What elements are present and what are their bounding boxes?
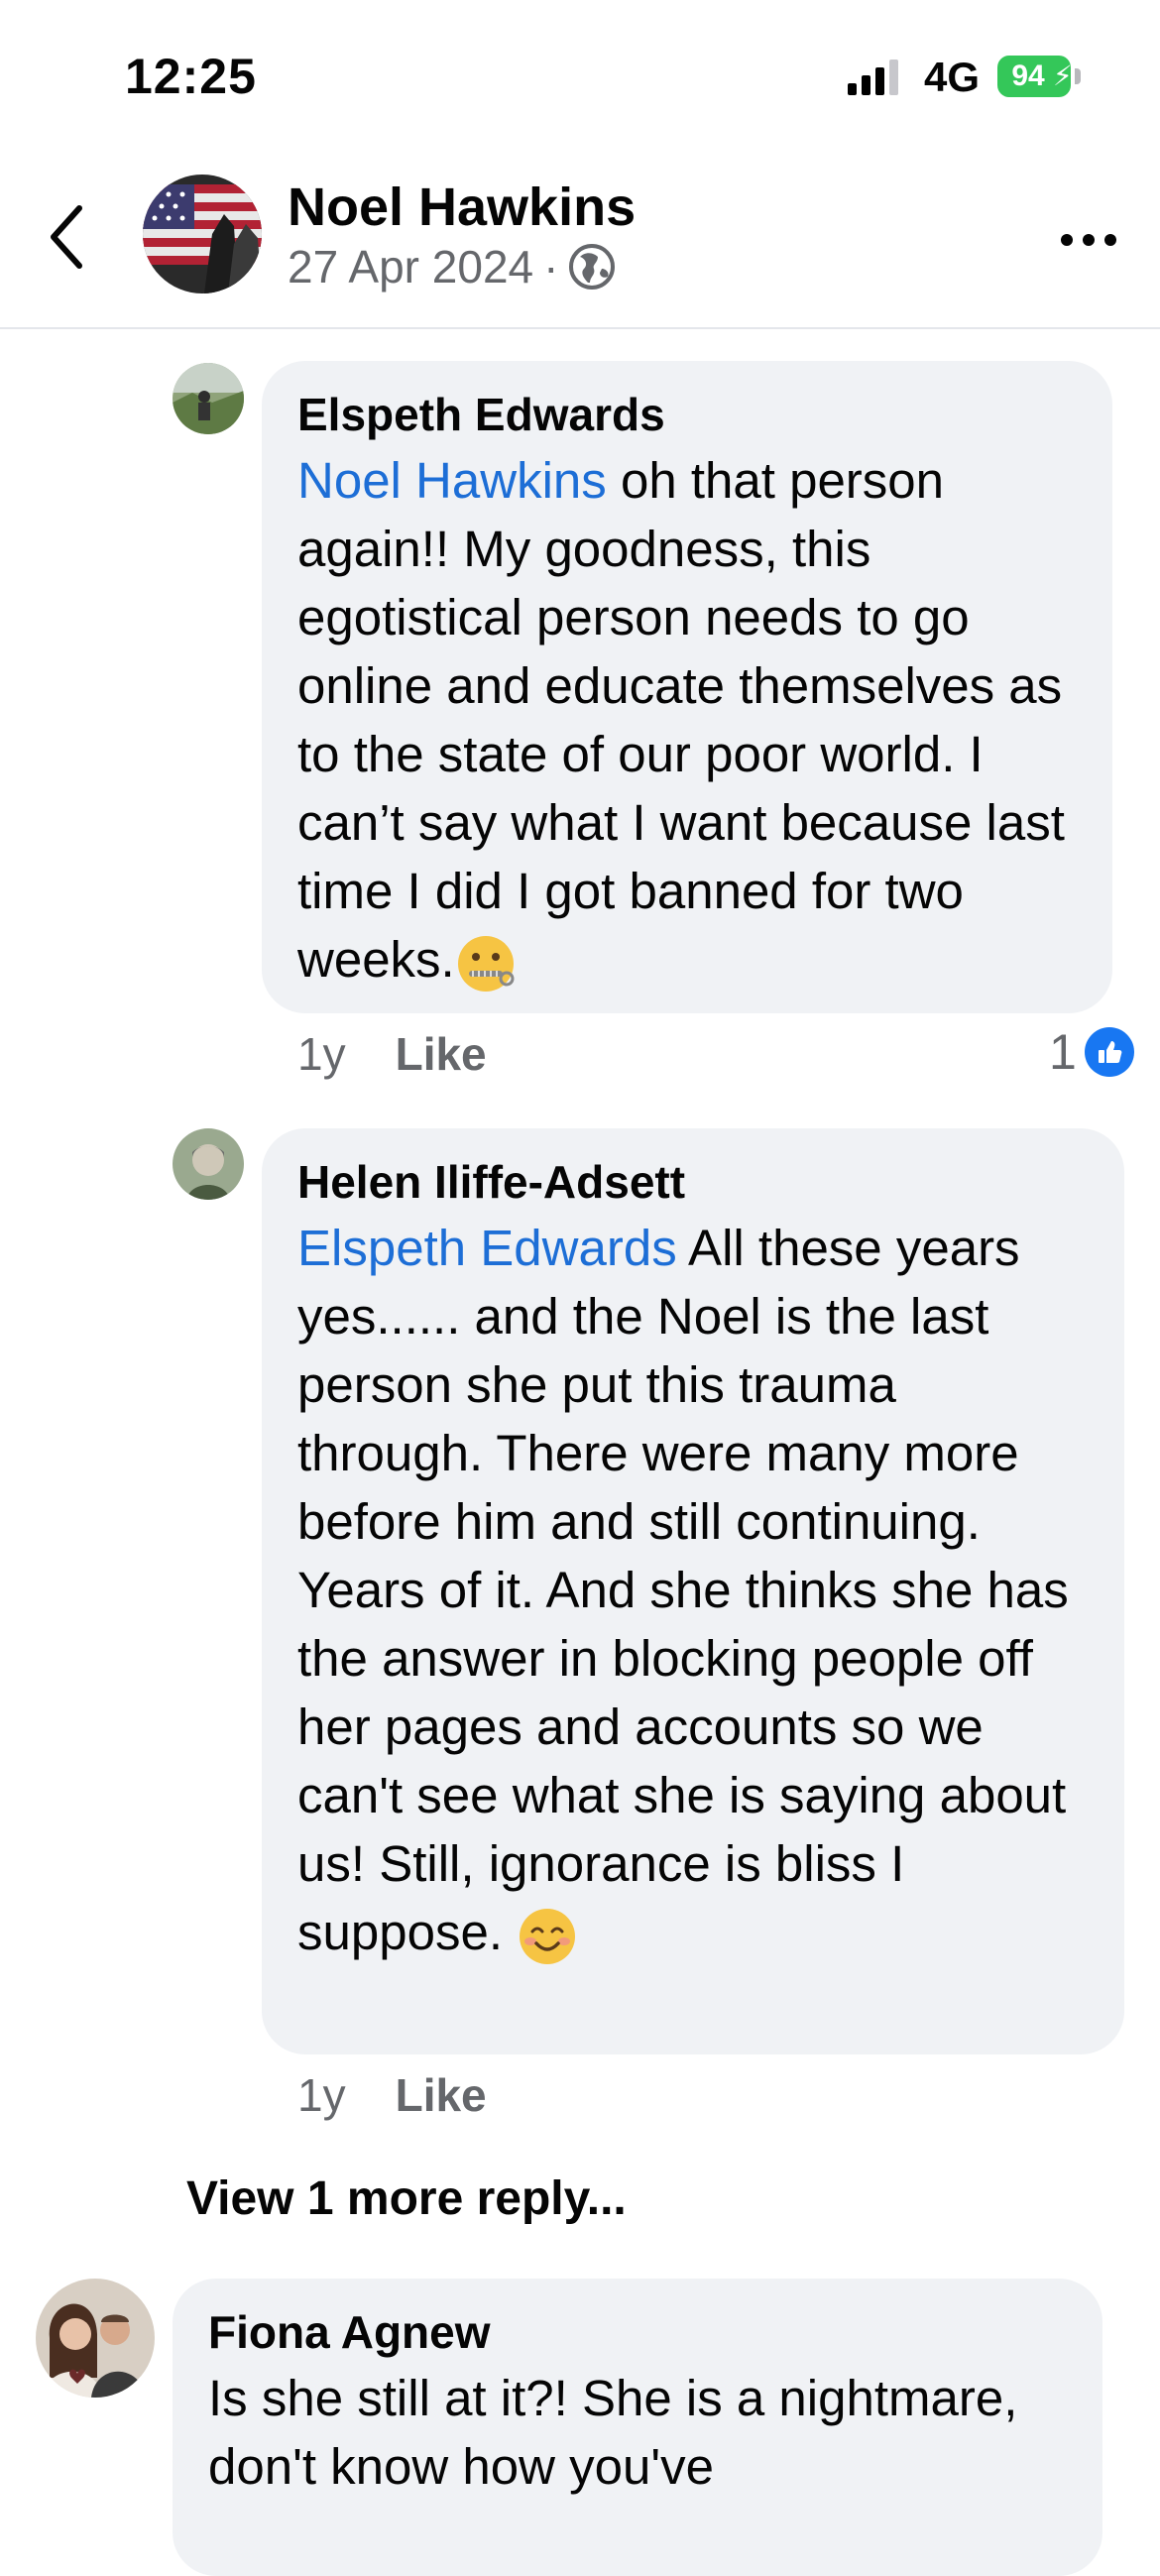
reaction-count-label: 1 bbox=[1049, 1024, 1077, 1080]
comment-bubble[interactable]: Helen Iliffe-Adsett Elspeth Edwards All … bbox=[262, 1128, 1124, 2054]
comment-bubble[interactable]: Fiona Agnew Is she still at it?! She is … bbox=[173, 2279, 1102, 2576]
comment-text: Noel Hawkins oh that person again!! My g… bbox=[297, 446, 1077, 995]
battery-level: 94 bbox=[1011, 59, 1045, 92]
commenter-avatar[interactable] bbox=[173, 363, 244, 434]
author-avatar[interactable] bbox=[143, 175, 262, 293]
smiling-face-emoji bbox=[520, 1908, 576, 1964]
comment-age: 1y bbox=[297, 1028, 346, 1080]
meta-separator: · bbox=[543, 241, 559, 293]
network-label: 4G bbox=[924, 54, 981, 100]
mention-link[interactable]: Elspeth Edwards bbox=[297, 1220, 677, 1276]
post-date: 27 Apr 2024 bbox=[288, 241, 534, 293]
mention-link[interactable]: Noel Hawkins bbox=[297, 452, 607, 509]
comment-age: 1y bbox=[297, 2069, 346, 2121]
comment-author[interactable]: Helen Iliffe-Adsett bbox=[297, 1154, 1089, 1210]
comment-body: All these years yes...... and the Noel i… bbox=[297, 1220, 1069, 1960]
comment-body: oh that person again!! My goodness, this… bbox=[297, 452, 1065, 988]
like-button[interactable]: Like bbox=[396, 2069, 487, 2121]
post-header: Noel Hawkins 27 Apr 2024 · bbox=[0, 149, 1160, 329]
post-meta: 27 Apr 2024 · bbox=[288, 240, 616, 293]
commenter-avatar[interactable] bbox=[36, 2279, 155, 2398]
like-button[interactable]: Like bbox=[396, 1028, 487, 1080]
status-bar: 12:25 4G 94 ⚡ bbox=[0, 0, 1160, 149]
comment-actions: 1y Like bbox=[297, 1027, 487, 1081]
battery-icon: 94 ⚡ bbox=[997, 56, 1081, 97]
globe-icon bbox=[569, 244, 616, 290]
more-icon[interactable] bbox=[1059, 230, 1118, 250]
comment-actions: 1y Like bbox=[297, 2068, 487, 2122]
comment-bubble[interactable]: Elspeth Edwards Noel Hawkins oh that per… bbox=[262, 361, 1112, 1013]
status-time: 12:25 bbox=[125, 49, 257, 104]
reaction-count[interactable]: 1 bbox=[1049, 1023, 1134, 1081]
comment-text: Elspeth Edwards All these years yes.....… bbox=[297, 1214, 1089, 1967]
view-more-replies-link[interactable]: View 1 more reply... bbox=[186, 2171, 627, 2226]
thumbs-up-icon bbox=[1084, 1027, 1134, 1077]
commenter-avatar[interactable] bbox=[173, 1128, 244, 1200]
zipper-mouth-emoji bbox=[457, 935, 515, 992]
author-name[interactable]: Noel Hawkins bbox=[288, 176, 636, 238]
comment-author[interactable]: Elspeth Edwards bbox=[297, 387, 1077, 442]
comment-body: Is she still at it?! She is a nightmare,… bbox=[208, 2370, 1018, 2495]
comment-author[interactable]: Fiona Agnew bbox=[208, 2304, 1067, 2360]
back-chevron-icon[interactable] bbox=[48, 202, 87, 272]
signal-icon bbox=[848, 59, 898, 95]
